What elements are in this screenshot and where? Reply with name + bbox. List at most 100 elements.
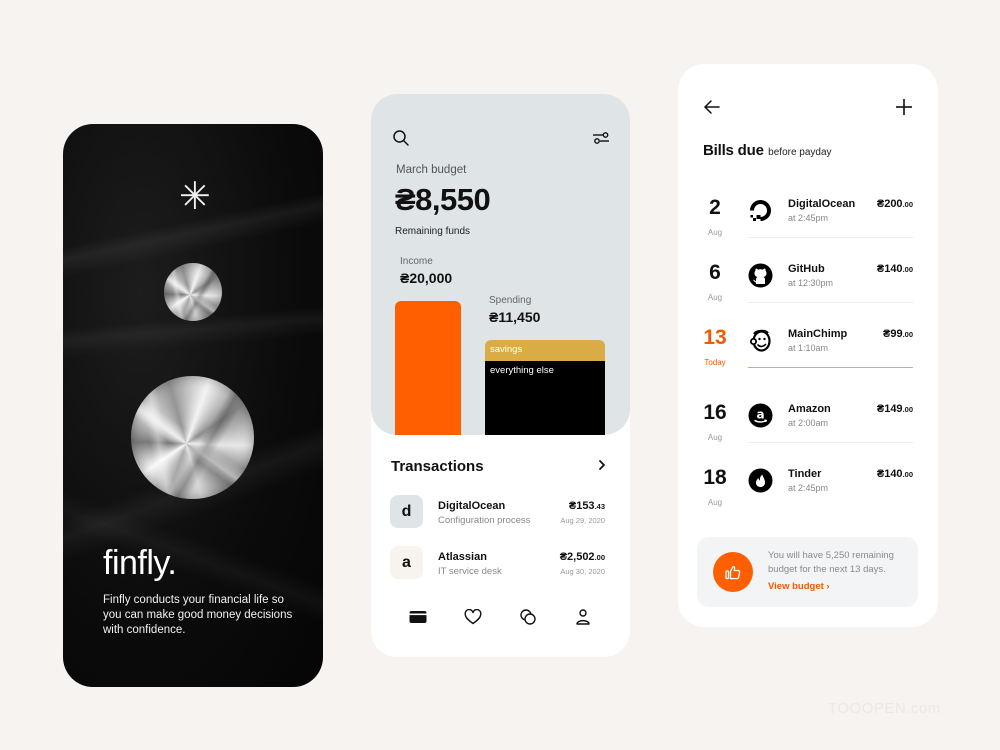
- bill-day: 2: [709, 196, 721, 219]
- tagline: Finfly conducts your financial life so y…: [103, 594, 293, 636]
- income-label: Income: [400, 256, 433, 267]
- transaction-amount: ₴2,502.00: [560, 551, 605, 563]
- income-bar[interactable]: [395, 301, 461, 435]
- amount-main: ₴99: [882, 328, 903, 340]
- bill-month: Aug: [707, 498, 723, 507]
- remaining-label: Remaining funds: [395, 226, 471, 237]
- bill-name: MainChimp: [788, 328, 848, 340]
- amount-main: ₴149: [876, 403, 903, 415]
- amount-main: ₴200: [876, 198, 903, 210]
- spending-breakdown-bar[interactable]: bills savings everything else: [485, 340, 605, 435]
- bill-time: at 2:45pm: [788, 483, 829, 493]
- bill-amount: ₴140.00: [877, 468, 913, 480]
- month-budget-label: March budget: [396, 164, 467, 176]
- transaction-description: IT service desk: [438, 566, 502, 577]
- bill-time: at 2:00am: [788, 418, 829, 428]
- transaction-description: Configuration process: [438, 515, 531, 526]
- transaction-avatar: d: [390, 495, 423, 528]
- amount-main: ₴2,502: [559, 551, 595, 563]
- divider: [748, 442, 913, 443]
- plus-icon[interactable]: [894, 97, 914, 117]
- divider: [748, 237, 913, 238]
- amount-cents: .00: [594, 553, 605, 562]
- budget-summary-panel: March budget ₴8,550 Remaining funds Inco…: [371, 94, 630, 435]
- bills-title: Bills due: [703, 142, 764, 159]
- bill-item[interactable]: 16 Aug a Amazon at 2:00am ₴149.00: [678, 401, 938, 465]
- budget-screen: March budget ₴8,550 Remaining funds Inco…: [371, 94, 630, 657]
- bottom-tab-bar: [371, 606, 630, 630]
- bill-time: at 2:45pm: [788, 213, 829, 223]
- segment-everything-else[interactable]: everything else: [485, 361, 605, 435]
- bill-name: GitHub: [788, 263, 825, 275]
- bill-amount: ₴149.00: [877, 403, 913, 415]
- bill-month: Aug: [707, 293, 723, 302]
- transaction-date: Aug 30, 2020: [560, 567, 605, 576]
- transaction-row[interactable]: d DigitalOcean Configuration process ₴15…: [390, 495, 607, 529]
- bill-amount: ₴200.00: [877, 198, 913, 210]
- amount-cents: .00: [902, 470, 913, 479]
- svg-text:a: a: [756, 408, 764, 422]
- amount-cents: .00: [902, 405, 913, 414]
- bill-day: 13: [703, 326, 727, 349]
- transaction-amount: ₴153.43: [569, 500, 605, 512]
- notice-message: You will have 5,250 remaining budget for…: [768, 550, 894, 575]
- search-icon[interactable]: [391, 128, 411, 148]
- back-arrow-icon[interactable]: [702, 97, 722, 117]
- spending-amount: ₴11,450: [489, 309, 541, 325]
- amount-main: ₴153: [568, 500, 595, 512]
- view-budget-link[interactable]: View budget ›: [768, 581, 830, 592]
- amazon-logo-icon: a: [748, 403, 773, 428]
- amount-cents: .00: [902, 265, 913, 274]
- bill-month: Today: [704, 358, 726, 367]
- sliders-icon[interactable]: [591, 128, 611, 148]
- transaction-name: DigitalOcean: [438, 500, 506, 512]
- card-icon[interactable]: [407, 606, 429, 628]
- transaction-name: Atlassian: [438, 551, 487, 563]
- spending-label: Spending: [489, 295, 532, 306]
- bill-item-today[interactable]: 13 Today MainChimp at 1:10am ₴99.00: [678, 326, 938, 390]
- bill-day: 6: [709, 261, 721, 284]
- amount-main: ₴140: [876, 263, 903, 275]
- bill-name: Amazon: [788, 403, 831, 415]
- bill-amount: ₴99.00: [883, 328, 913, 340]
- foil-circle-large: [131, 376, 254, 499]
- amount-cents: .00: [902, 200, 913, 209]
- bill-item[interactable]: 18 Aug Tinder at 2:45pm ₴140.00: [678, 466, 938, 530]
- bills-heading: Bills due before payday: [703, 142, 832, 160]
- tinder-logo-icon: [748, 468, 773, 493]
- bill-month: Aug: [707, 228, 723, 237]
- bill-amount: ₴140.00: [877, 263, 913, 275]
- amount-cents: .00: [902, 330, 913, 339]
- digitalocean-logo-icon: [748, 198, 773, 223]
- brand-logo: finfly.: [103, 544, 177, 582]
- chevron-right-icon[interactable]: [597, 458, 609, 474]
- divider: [748, 302, 913, 303]
- transaction-date: Aug 29, 2020: [560, 516, 605, 525]
- github-logo-icon: [748, 263, 773, 288]
- mailchimp-logo-icon: [748, 328, 773, 353]
- foil-circle-small: [164, 263, 222, 321]
- amount-main: ₴140: [876, 468, 903, 480]
- bill-name: Tinder: [788, 468, 822, 480]
- watermark: TOOOPEN.com: [828, 700, 941, 717]
- bill-day: 18: [703, 466, 727, 489]
- user-icon[interactable]: [572, 606, 594, 628]
- coins-icon[interactable]: [517, 606, 539, 628]
- bill-item[interactable]: 2 Aug DigitalOcean at 2:45pm ₴200.00: [678, 196, 938, 260]
- asterisk-icon: ✳: [179, 174, 211, 218]
- transaction-avatar: a: [390, 546, 423, 579]
- bill-item[interactable]: 6 Aug GitHub at 12:30pm ₴140.00: [678, 261, 938, 325]
- remaining-amount: ₴8,550: [395, 182, 491, 217]
- segment-savings[interactable]: savings: [485, 340, 605, 361]
- today-divider: [748, 367, 913, 368]
- bills-subtitle: before payday: [768, 147, 832, 158]
- bill-time: at 12:30pm: [788, 278, 834, 288]
- transaction-row[interactable]: a Atlassian IT service desk ₴2,502.00 Au…: [390, 546, 607, 580]
- splash-screen: ✳ finfly. Finfly conducts your financial…: [63, 124, 323, 687]
- bill-time: at 1:10am: [788, 343, 829, 353]
- bill-name: DigitalOcean: [788, 198, 856, 210]
- heart-icon[interactable]: [462, 606, 484, 628]
- amount-cents: .43: [594, 502, 605, 511]
- bill-day: 16: [703, 401, 727, 424]
- bill-month: Aug: [707, 433, 723, 442]
